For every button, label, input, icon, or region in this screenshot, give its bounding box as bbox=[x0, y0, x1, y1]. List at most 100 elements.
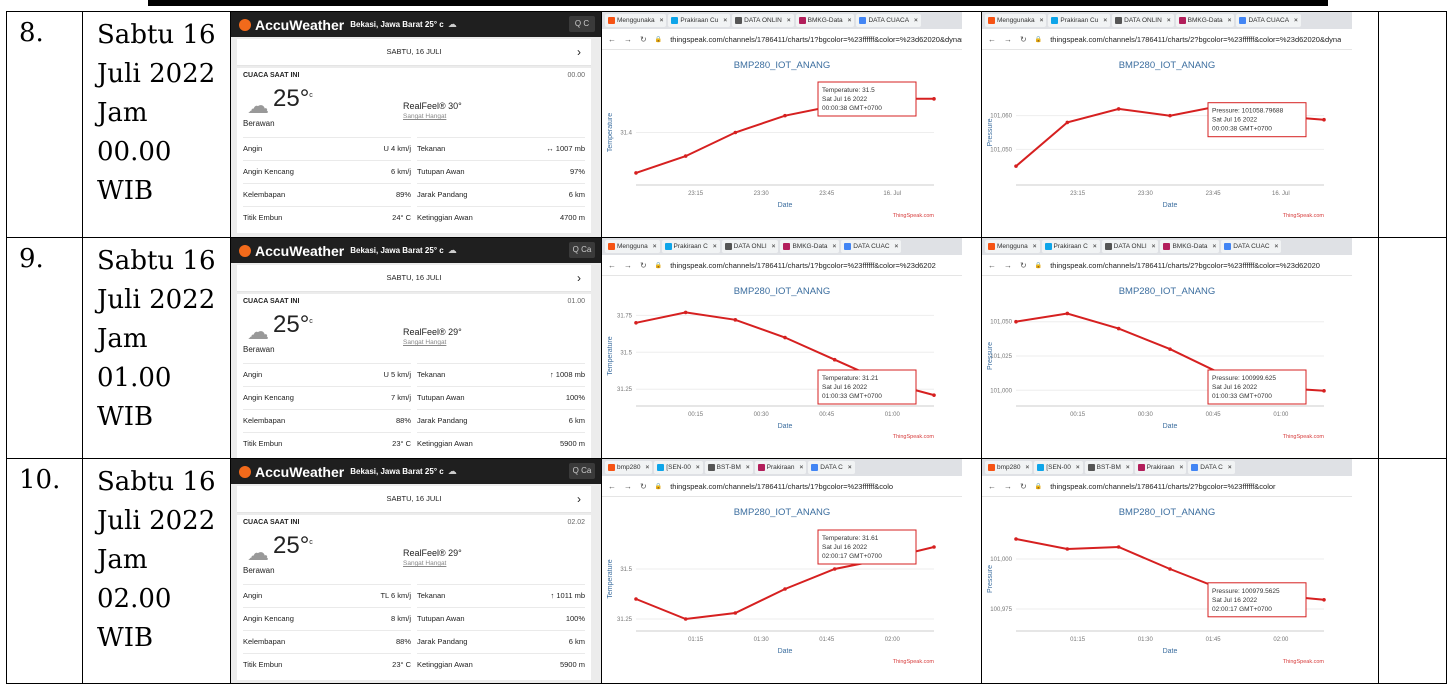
close-icon[interactable]: × bbox=[1167, 14, 1171, 27]
data-point[interactable] bbox=[932, 97, 936, 101]
forward-icon[interactable]: → bbox=[624, 482, 632, 491]
date-selector[interactable]: SABTU, 16 JULI › bbox=[237, 265, 591, 292]
browser-tab[interactable]: BST-BM × bbox=[1084, 461, 1133, 474]
browser-tab[interactable]: Menggunaka × bbox=[605, 14, 667, 27]
data-point[interactable] bbox=[1116, 545, 1121, 549]
search-button[interactable]: Q C bbox=[569, 16, 595, 32]
data-point[interactable] bbox=[683, 617, 688, 621]
browser-tab[interactable]: DATA ONLI × bbox=[721, 240, 779, 253]
browser-tab[interactable]: DATA CUAC × bbox=[1221, 240, 1282, 253]
close-icon[interactable]: × bbox=[1213, 240, 1217, 253]
data-point[interactable] bbox=[1168, 347, 1172, 351]
close-icon[interactable]: × bbox=[723, 14, 727, 27]
close-icon[interactable]: × bbox=[787, 14, 791, 27]
browser-tab[interactable]: DATA CUAC × bbox=[841, 240, 902, 253]
thingspeak-credit[interactable]: ThingSpeak.com bbox=[1283, 434, 1325, 440]
browser-tab[interactable]: Prakiraan × bbox=[1134, 461, 1187, 474]
search-button[interactable]: Q Ca bbox=[569, 463, 595, 479]
close-icon[interactable]: × bbox=[1228, 461, 1232, 474]
data-point[interactable] bbox=[733, 130, 738, 135]
browser-tab[interactable]: Prakiraan Cu × bbox=[668, 14, 731, 27]
data-point[interactable] bbox=[1322, 598, 1326, 602]
data-point[interactable] bbox=[932, 545, 936, 549]
location-label[interactable]: Bekasi, Jawa Barat 25° c bbox=[350, 20, 443, 29]
close-icon[interactable]: × bbox=[848, 14, 852, 27]
close-icon[interactable]: × bbox=[1180, 461, 1184, 474]
data-point[interactable] bbox=[634, 320, 638, 325]
back-icon[interactable]: ← bbox=[608, 35, 616, 44]
browser-tab[interactable]: Menggunaka × bbox=[985, 14, 1047, 27]
browser-tab[interactable]: DATA ONLIN × bbox=[1112, 14, 1174, 27]
browser-tab[interactable]: Prakiraan × bbox=[754, 461, 807, 474]
browser-tab[interactable]: DATA CUACA × bbox=[856, 14, 921, 27]
browser-tab[interactable]: Prakiraan Cu × bbox=[1048, 14, 1111, 27]
browser-tab[interactable]: Prakiraan C × bbox=[661, 240, 720, 253]
browser-tab[interactable]: Mengguna × bbox=[605, 240, 660, 253]
reload-icon[interactable]: ↻ bbox=[1020, 482, 1027, 491]
close-icon[interactable]: × bbox=[660, 14, 664, 27]
close-icon[interactable]: × bbox=[1152, 240, 1156, 253]
back-icon[interactable]: ← bbox=[988, 35, 996, 44]
close-icon[interactable]: × bbox=[800, 461, 804, 474]
url-field[interactable]: thingspeak.com/channels/1786411/charts/1… bbox=[670, 482, 893, 491]
close-icon[interactable]: × bbox=[1126, 461, 1130, 474]
data-point[interactable] bbox=[832, 357, 837, 362]
reload-icon[interactable]: ↻ bbox=[640, 261, 647, 270]
thingspeak-credit[interactable]: ThingSpeak.com bbox=[893, 213, 935, 219]
thingspeak-credit[interactable]: ThingSpeak.com bbox=[1283, 659, 1325, 665]
close-icon[interactable]: × bbox=[772, 240, 776, 253]
data-point[interactable] bbox=[1168, 567, 1172, 571]
forward-icon[interactable]: → bbox=[1004, 35, 1012, 44]
browser-tab[interactable]: BMKG-Data × bbox=[780, 240, 840, 253]
close-icon[interactable]: × bbox=[895, 240, 899, 253]
close-icon[interactable]: × bbox=[713, 240, 717, 253]
browser-tab[interactable]: DATA C × bbox=[808, 461, 855, 474]
data-point[interactable] bbox=[733, 318, 738, 322]
browser-tab[interactable]: BMKG-Data × bbox=[795, 14, 855, 27]
browser-tab[interactable]: BMKG-Data × bbox=[1160, 240, 1220, 253]
data-point[interactable] bbox=[1065, 311, 1070, 316]
close-icon[interactable]: × bbox=[833, 240, 837, 253]
reload-icon[interactable]: ↻ bbox=[1020, 261, 1027, 270]
reload-icon[interactable]: ↻ bbox=[640, 482, 647, 491]
close-icon[interactable]: × bbox=[1033, 240, 1037, 253]
data-point[interactable] bbox=[1014, 164, 1018, 168]
data-point[interactable] bbox=[1322, 389, 1326, 393]
realfeel-note[interactable]: Sangat Hangat bbox=[403, 560, 446, 567]
url-field[interactable]: thingspeak.com/channels/1786411/charts/2… bbox=[1050, 261, 1320, 270]
data-point[interactable] bbox=[634, 597, 638, 601]
close-icon[interactable]: × bbox=[646, 461, 650, 474]
forward-icon[interactable]: → bbox=[1004, 482, 1012, 491]
browser-tab[interactable]: DATA ONLI × bbox=[1101, 240, 1159, 253]
browser-tab[interactable]: [SEN-00 × bbox=[1034, 461, 1083, 474]
thingspeak-credit[interactable]: ThingSpeak.com bbox=[893, 434, 935, 440]
forward-icon[interactable]: → bbox=[1004, 261, 1012, 270]
forward-icon[interactable]: → bbox=[624, 35, 632, 44]
close-icon[interactable]: × bbox=[653, 240, 657, 253]
close-icon[interactable]: × bbox=[1294, 14, 1298, 27]
search-button[interactable]: Q Ca bbox=[569, 242, 595, 258]
data-point[interactable] bbox=[733, 611, 738, 615]
browser-tab[interactable]: DATA CUACA × bbox=[1236, 14, 1301, 27]
url-field[interactable]: thingspeak.com/channels/1786411/charts/1… bbox=[670, 35, 962, 44]
browser-tab[interactable]: [SEN-00 × bbox=[654, 461, 703, 474]
browser-tab[interactable]: Mengguna × bbox=[985, 240, 1040, 253]
location-label[interactable]: Bekasi, Jawa Barat 25° c bbox=[350, 246, 443, 255]
data-point[interactable] bbox=[783, 335, 787, 340]
data-point[interactable] bbox=[683, 310, 688, 315]
reload-icon[interactable]: ↻ bbox=[640, 35, 647, 44]
url-field[interactable]: thingspeak.com/channels/1786411/charts/2… bbox=[1050, 35, 1341, 44]
realfeel-note[interactable]: Sangat Hangat bbox=[403, 113, 446, 120]
close-icon[interactable]: × bbox=[746, 461, 750, 474]
date-selector[interactable]: SABTU, 16 JULI › bbox=[237, 39, 591, 66]
back-icon[interactable]: ← bbox=[988, 261, 996, 270]
close-icon[interactable]: × bbox=[1103, 14, 1107, 27]
url-field[interactable]: thingspeak.com/channels/1786411/charts/2… bbox=[1050, 482, 1275, 491]
thingspeak-credit[interactable]: ThingSpeak.com bbox=[893, 659, 935, 665]
back-icon[interactable]: ← bbox=[988, 482, 996, 491]
close-icon[interactable]: × bbox=[1275, 240, 1279, 253]
data-point[interactable] bbox=[832, 567, 837, 571]
back-icon[interactable]: ← bbox=[608, 482, 616, 491]
close-icon[interactable]: × bbox=[1093, 240, 1097, 253]
close-icon[interactable]: × bbox=[1026, 461, 1030, 474]
